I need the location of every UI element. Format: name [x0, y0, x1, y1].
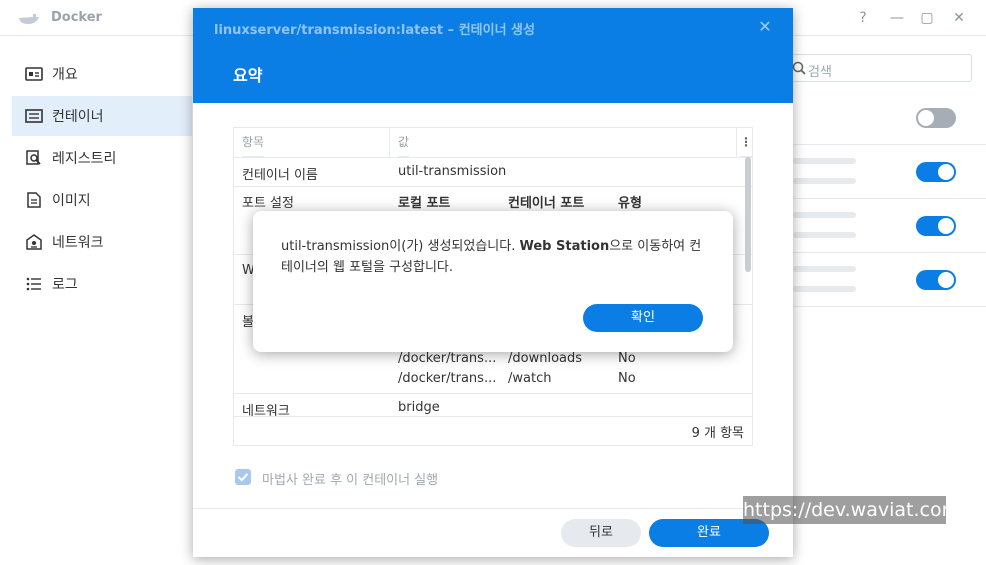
image-icon: [24, 190, 44, 210]
minimize-icon[interactable]: —: [887, 8, 907, 28]
container-info-bar: [793, 286, 856, 292]
close-icon[interactable]: ✕: [756, 18, 774, 36]
sidebar-item-label: 컨테이너: [52, 109, 104, 125]
column-separator: [736, 128, 737, 157]
container-info-bar: [793, 232, 856, 238]
sidebar-item-label: 레지스트리: [52, 151, 117, 167]
back-button[interactable]: 뒤로: [561, 519, 641, 547]
overview-icon: [24, 64, 44, 84]
sidebar: 개요 컨테이너 레지스트리 이미지 네트워크 로그: [0, 37, 192, 565]
column-header-value[interactable]: 값: [398, 128, 410, 157]
volume-local-path: /docker/trans...: [398, 351, 497, 366]
toggle-knob: [938, 272, 954, 288]
volume-readonly: No: [618, 351, 636, 366]
row-divider: [793, 306, 986, 307]
maximize-icon[interactable]: ▢: [917, 8, 937, 28]
row-divider: [793, 252, 986, 253]
search-icon: [792, 61, 806, 75]
container-toggle[interactable]: [916, 270, 956, 290]
search-input[interactable]: 검색: [783, 54, 972, 82]
run-after-label: 마법사 완료 후 이 컨테이너 실행: [262, 473, 439, 488]
sidebar-item-label: 이미지: [52, 193, 91, 209]
row-divider: [234, 393, 752, 394]
toggle-knob: [938, 164, 954, 180]
message-bold-text: Web Station: [519, 239, 610, 254]
row-label-name: 컨테이너 이름: [242, 168, 318, 183]
message-dialog: util-transmission이(가) 생성되었습니다. Web Stati…: [253, 211, 733, 352]
sidebar-item-container[interactable]: 컨테이너: [12, 96, 192, 136]
container-info-bar: [793, 158, 856, 164]
container-list-icon: [24, 106, 44, 126]
app-title: Docker: [51, 10, 102, 25]
ok-button[interactable]: 확인: [583, 304, 703, 332]
row-divider: [793, 144, 986, 145]
docker-logo-icon: [19, 14, 39, 24]
table-scrollbar[interactable]: [745, 157, 751, 272]
container-toggle[interactable]: [916, 162, 956, 182]
sidebar-item-label: 로그: [52, 277, 78, 293]
column-header-item[interactable]: 항목: [242, 128, 265, 157]
row-label-port: 포트 설정: [242, 196, 294, 211]
help-icon[interactable]: ?: [853, 8, 873, 28]
dialog-message: util-transmission이(가) 생성되었습니다. Web Stati…: [281, 236, 711, 278]
container-toggle[interactable]: [916, 108, 956, 128]
item-count: 9 개 항목: [691, 426, 744, 441]
toggle-knob: [918, 110, 934, 126]
footer-divider: [193, 508, 793, 509]
column-separator: [389, 128, 390, 157]
volume-container-path: /downloads: [508, 351, 583, 366]
container-list-panel: 검색: [783, 37, 986, 565]
sidebar-item-overview[interactable]: 개요: [12, 54, 192, 94]
column-menu-icon[interactable]: ⋮: [740, 128, 752, 157]
sidebar-item-label: 네트워크: [52, 235, 104, 251]
search-placeholder: 검색: [808, 65, 832, 80]
volume-container-path: /watch: [508, 371, 552, 386]
watermark: https://dev.waviat.com: [743, 496, 960, 524]
sidebar-item-label: 개요: [52, 67, 78, 83]
wizard-step-title: 요약: [233, 66, 263, 85]
port-header-container: 컨테이너 포트: [508, 196, 585, 211]
container-info-bar: [793, 266, 856, 272]
row-divider: [793, 198, 986, 199]
container-toggle[interactable]: [916, 216, 956, 236]
close-window-icon[interactable]: ✕: [949, 8, 969, 28]
volume-readonly: No: [618, 371, 636, 386]
checkmark-icon: [237, 473, 249, 482]
wizard-title: linuxserver/transmission:latest – 컨테이너 생…: [214, 23, 535, 38]
run-after-checkbox[interactable]: [235, 469, 251, 485]
container-info-bar: [793, 178, 856, 184]
container-info-bar: [793, 212, 856, 218]
row-divider: [234, 416, 752, 417]
sidebar-item-registry[interactable]: 레지스트리: [12, 138, 192, 178]
row-divider: [234, 186, 752, 187]
message-text: util-transmission이(가) 생성되었습니다.: [281, 239, 520, 254]
port-header-local: 로컬 포트: [398, 196, 451, 211]
sidebar-item-log[interactable]: 로그: [12, 264, 192, 304]
port-header-type: 유형: [618, 196, 642, 211]
toggle-knob: [938, 218, 954, 234]
header-divider: [234, 157, 752, 158]
volume-local-path: /docker/trans...: [398, 371, 497, 386]
log-list-icon: [24, 274, 44, 294]
row-value-network: bridge: [398, 400, 440, 415]
registry-search-icon: [24, 148, 44, 168]
row-value-name: util-transmission: [398, 164, 507, 179]
sidebar-item-image[interactable]: 이미지: [12, 180, 192, 220]
wizard-header: linuxserver/transmission:latest – 컨테이너 생…: [193, 8, 793, 103]
sidebar-item-network[interactable]: 네트워크: [12, 222, 192, 262]
network-icon: [24, 232, 44, 252]
